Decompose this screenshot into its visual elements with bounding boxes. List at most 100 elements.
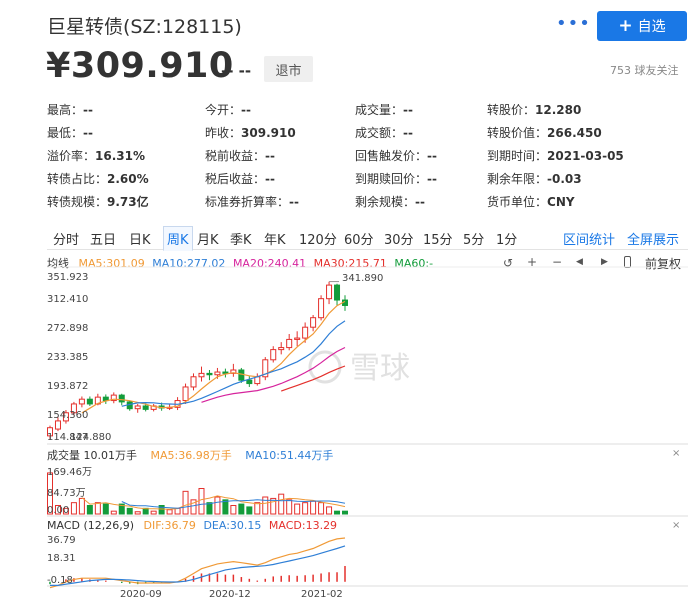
candle (246, 376, 253, 387)
macd-tick-1: 36.79 (47, 535, 76, 546)
volume-bar (334, 510, 341, 515)
volume-bar (286, 499, 293, 515)
candle (126, 400, 133, 411)
candle-body (278, 347, 285, 351)
volume-bar (254, 502, 261, 515)
date-tick-2: 2020-12 (209, 589, 251, 600)
volume-bar (198, 488, 205, 515)
volume-bar (102, 503, 109, 515)
candle (342, 295, 348, 311)
volume-ma5: MA5:36.98万手 (150, 449, 232, 462)
candle (222, 368, 229, 378)
candle-body (182, 386, 189, 402)
volume-bar (342, 510, 348, 515)
candle (270, 346, 277, 363)
candle-body (142, 405, 149, 410)
low-price-label: 124.880 (70, 432, 112, 443)
volume-bar (78, 497, 85, 515)
watermark-text: 雪球 (350, 351, 410, 386)
volume-bar (94, 502, 101, 515)
candle (198, 366, 205, 382)
watermark: 雪球 (308, 350, 410, 386)
close-volume-icon[interactable]: × (672, 448, 680, 459)
candle-body (206, 372, 213, 376)
candle-body (54, 420, 61, 430)
volume-bar (238, 503, 245, 515)
price-tick-1: 351.923 (47, 272, 89, 283)
candle-body (246, 379, 253, 385)
candle-body (270, 349, 277, 361)
macd-legend-label: MACD (12,26,9) (47, 519, 135, 532)
candle (190, 373, 197, 391)
macd-tick-2: 18.31 (47, 553, 76, 564)
volume-bar (294, 503, 301, 515)
volume-bars-layer (47, 472, 348, 515)
macd-tick-3: -0.18 (47, 575, 73, 586)
date-tick-3: 2021-02 (301, 589, 343, 600)
candle-body (326, 284, 333, 300)
candle-body (190, 376, 197, 388)
volume-legend: 成交量 10.01万手 MA5:36.98万手 MA10:51.44万手 (47, 447, 333, 463)
volume-bar (318, 502, 325, 515)
candle-body (310, 317, 317, 328)
candle (334, 283, 341, 306)
price-tick-5: 193.872 (47, 381, 89, 392)
volume-tick-1: 169.46万 (47, 467, 92, 478)
candle-body (318, 298, 325, 319)
candle-body (286, 338, 293, 349)
candle-body (334, 284, 341, 301)
date-tick-1: 2020-09 (120, 589, 162, 600)
close-macd-icon[interactable]: × (672, 520, 680, 531)
candle-body (86, 398, 93, 405)
macd-value: MACD:13.29 (268, 519, 338, 532)
price-tick-6: 154.360 (47, 410, 89, 421)
price-tick-2: 312.410 (47, 294, 89, 305)
volume-bar (278, 493, 285, 515)
volume-bar (246, 506, 253, 515)
volume-bar (182, 490, 189, 515)
volume-tick-3: 0.00 (47, 505, 70, 516)
volume-bar (310, 500, 317, 515)
candle-body (78, 398, 85, 405)
candle (262, 357, 269, 381)
volume-bar (126, 507, 133, 515)
candle (278, 342, 285, 355)
volume-bar (70, 502, 77, 515)
volume-bar (134, 511, 141, 515)
kline-chart[interactable]: 雪球 (0, 0, 688, 603)
candle (326, 281, 333, 305)
candle-body (294, 337, 301, 340)
candle-body (118, 394, 125, 403)
macd-dea: DEA:30.15 (203, 519, 262, 532)
candle-body (222, 371, 229, 374)
candle-body (214, 371, 221, 376)
candle (206, 369, 213, 381)
volume-bar (302, 502, 309, 515)
volume-ma10: MA10:51.44万手 (245, 449, 334, 462)
volume-bar (166, 509, 173, 515)
candle (230, 363, 237, 377)
volume-bar (214, 496, 221, 515)
volume-value: 成交量 10.01万手 (47, 449, 137, 462)
candle (310, 314, 317, 332)
candle (150, 403, 157, 412)
macd-layer (49, 537, 346, 589)
candle (102, 394, 109, 404)
volume-bar (150, 510, 157, 515)
candle (78, 396, 85, 408)
volume-bar (206, 502, 213, 515)
candle (318, 295, 325, 321)
candle (254, 373, 261, 386)
volume-bar (86, 505, 93, 515)
candle (286, 333, 293, 351)
volume-tick-2: 84.73万 (47, 488, 86, 499)
high-price-label: 341.890 (342, 273, 384, 284)
candle-body (198, 372, 205, 378)
macd-dif: DIF:36.79 (143, 519, 196, 532)
volume-bar (110, 510, 117, 515)
candles-layer (47, 281, 348, 440)
volume-bar (326, 506, 333, 515)
candle (86, 396, 93, 406)
candle (134, 403, 141, 413)
macd-legend: MACD (12,26,9) DIF:36.79 DEA:30.15 MACD:… (47, 519, 337, 532)
